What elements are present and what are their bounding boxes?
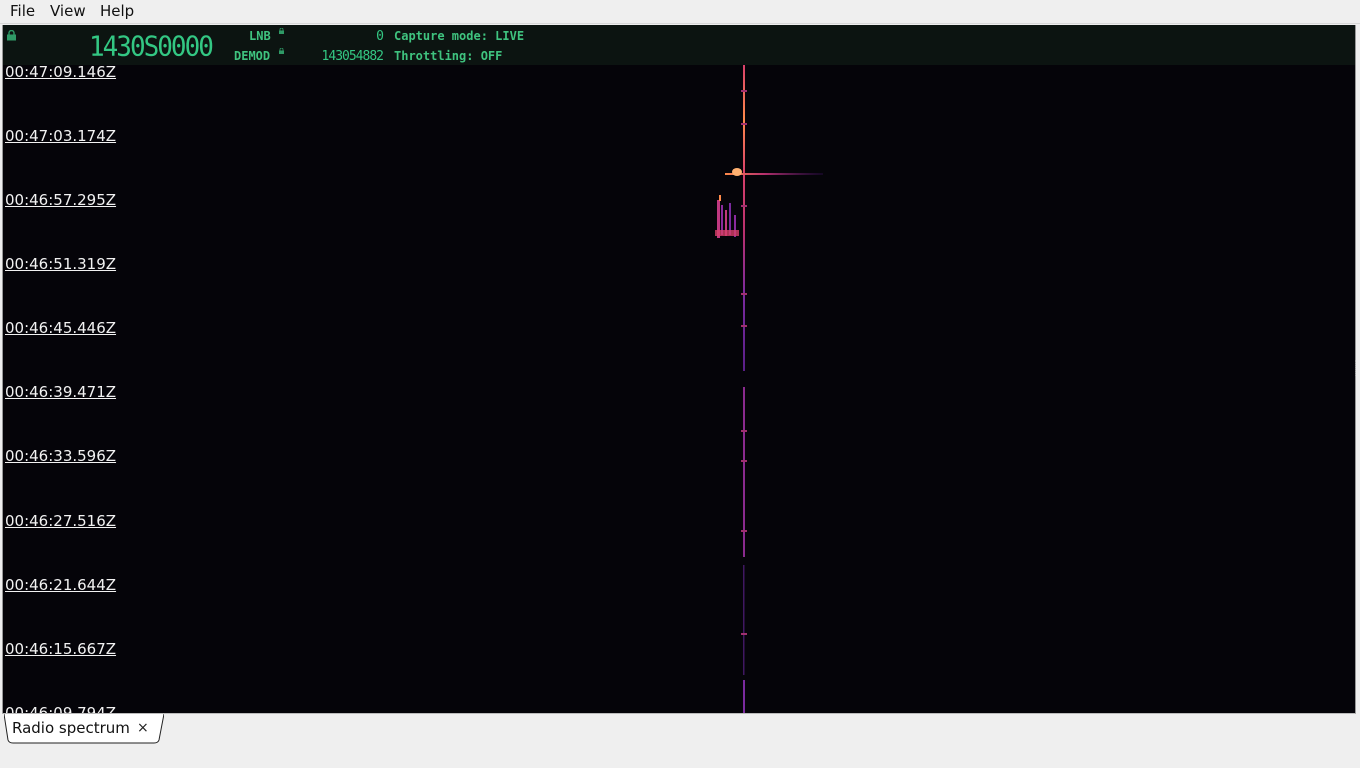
radio-spectrum-window: 1430S0000 LNB 0 DEMOD 143054882 Capture …	[2, 25, 1356, 714]
demod-value[interactable]: 143054882	[303, 50, 384, 64]
demod-lock-icon[interactable]	[279, 48, 284, 54]
lnb-label: LNB	[249, 29, 271, 43]
throttling-status: Throttling: OFF	[394, 49, 503, 63]
tab-label: Radio spectrum	[12, 719, 130, 737]
frequency-display[interactable]: 1430S0000	[89, 31, 214, 63]
timestamp-label[interactable]: 00:46:45.446Z	[5, 319, 116, 337]
timestamp-label[interactable]: 00:46:33.596Z	[5, 447, 116, 465]
menu-help[interactable]: Help	[98, 1, 136, 21]
resize-handle[interactable]	[1355, 360, 1358, 376]
waterfall-display[interactable]: 00:47:09.146Z 00:47:03.174Z 00:46:57.295…	[3, 65, 1355, 713]
menubar: File View Help	[0, 0, 1360, 24]
timestamp-label[interactable]: 00:46:27.516Z	[5, 512, 116, 530]
timestamp-label[interactable]: 00:46:57.295Z	[5, 191, 116, 209]
tab-bar: Radio spectrum ×	[0, 714, 1360, 768]
timestamp-label[interactable]: 00:46:51.319Z	[5, 255, 116, 273]
timestamp-label[interactable]: 00:46:15.667Z	[5, 640, 116, 658]
menu-view[interactable]: View	[48, 1, 88, 21]
timestamp-label[interactable]: 00:46:21.644Z	[5, 576, 116, 594]
timestamp-label[interactable]: 00:46:39.471Z	[5, 383, 116, 401]
demod-label: DEMOD	[234, 49, 271, 63]
carrier-trace-lower	[743, 680, 745, 713]
lock-icon[interactable]	[6, 30, 17, 41]
timestamp-label[interactable]: 00:47:03.174Z	[5, 127, 116, 145]
waterfall-signals	[715, 65, 823, 713]
timestamp-label[interactable]: 00:47:09.146Z	[5, 65, 116, 81]
tab-radio-spectrum[interactable]: Radio spectrum ×	[4, 714, 164, 744]
timestamp-label[interactable]: 00:46:09.794Z	[5, 704, 116, 713]
burst-hotspot	[732, 168, 742, 176]
menu-file[interactable]: File	[8, 1, 37, 21]
carrier-trace-faint	[743, 565, 745, 675]
burst-cluster	[715, 195, 739, 238]
capture-mode-status: Capture mode: LIVE	[394, 29, 525, 43]
lnb-lock-icon[interactable]	[279, 28, 284, 34]
close-icon[interactable]: ×	[137, 718, 149, 738]
tuner-header: 1430S0000 LNB 0 DEMOD 143054882 Capture …	[3, 25, 1355, 65]
lnb-value[interactable]: 0	[303, 30, 384, 44]
